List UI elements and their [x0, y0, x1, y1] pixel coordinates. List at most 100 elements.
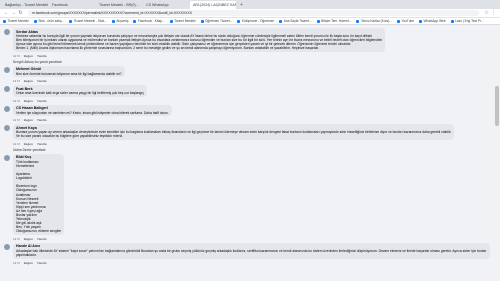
address-bar-row: ← → ↻ m.facebook.com/groups/XXXXXXX/perm… — [0, 9, 500, 18]
bookmark-favicon-icon — [169, 19, 173, 23]
comment-time[interactable]: 12 hf — [13, 142, 20, 146]
menu-dots-icon[interactable]: ⋮ — [490, 10, 497, 16]
comment-time[interactable]: 12 hf — [13, 118, 20, 122]
like-button[interactable]: Beğen — [24, 142, 33, 146]
bookmark-favicon-icon — [133, 19, 137, 23]
like-button[interactable]: Beğen — [24, 99, 33, 103]
like-button[interactable]: Beğen — [24, 261, 33, 265]
like-button[interactable]: Beğen — [24, 54, 33, 58]
comment-actions: 12 hf Beğen Yanıtla — [4, 237, 490, 241]
bookmark-item[interactable]: YouTube — [396, 19, 414, 23]
url-input[interactable]: m.facebook.com/groups/XXXXXXX/permalink/… — [28, 10, 479, 16]
view-replies-link[interactable]: Zahra Demir yanıtladı — [13, 148, 490, 152]
bookmark-favicon-icon — [356, 19, 360, 23]
comment-time[interactable]: 12 hf — [13, 99, 20, 103]
avatar[interactable] — [4, 29, 10, 35]
bookmark-favicon-icon — [200, 19, 204, 23]
browser-tab-active[interactable]: ARL(2024) LAÇİNBEZ KARAKTERİ... — [190, 1, 236, 9]
comment-text: Türk kodlaması Hizmetlerimi Ayarlama Log… — [16, 159, 62, 234]
reload-icon[interactable]: ↻ — [17, 10, 24, 16]
avatar[interactable] — [4, 125, 10, 132]
bookmark-favicon-icon — [111, 19, 115, 23]
bookmark-item[interactable]: Ana Sayfa Ticaret... — [279, 19, 312, 23]
comment-time[interactable]: 12 hf — [13, 261, 20, 265]
comment-text: Ben size öneride bulunmak istiyorum ama … — [16, 71, 122, 76]
comment-time[interactable]: 12 hf — [13, 79, 20, 83]
browser-tab[interactable]: CS WhatsApp — [143, 1, 189, 9]
bookmark-item[interactable]: Ticaret Mesleki - Stok... — [69, 19, 107, 23]
avatar[interactable] — [4, 66, 10, 73]
comment-bubble: CS Hasan Ballıgeri Verilen işe süsyonlar… — [13, 104, 172, 117]
comment: Serdar Aktas Herkese selamlar bu konuyla… — [4, 28, 490, 52]
view-replies-link[interactable]: Sevgül Akkuş bu yanıtı yanıtladı — [13, 60, 490, 64]
comment-text: Herkese selamlar bu konuyla ilgili bir y… — [16, 33, 383, 51]
avatar[interactable] — [4, 154, 10, 161]
like-button[interactable]: Beğen — [24, 118, 33, 122]
comment-time[interactable]: 12 hf — [13, 54, 20, 58]
comment-bubble: Mehmet Gönül Ben size öneride bulunmak i… — [13, 65, 125, 78]
avatar[interactable] — [4, 105, 10, 112]
avatar[interactable] — [4, 243, 10, 250]
bookmarks-bar: Ticaret Mesleki Stok - ürün satış... Tic… — [0, 18, 500, 25]
comment-bubble: Serdar Aktas Herkese selamlar bu konuyla… — [13, 28, 386, 52]
bookmark-favicon-icon — [279, 19, 283, 23]
comments-thread: Serdar Aktas Herkese selamlar bu konuyla… — [0, 26, 494, 281]
comment-actions: 12 hf Beğen Yanıtla — [4, 261, 490, 265]
comment: CS Hasan Ballıgeri Verilen işe süsyonlar… — [4, 104, 490, 117]
comment: Ahmet Kaya Bunlara yorum yapan ay verem … — [4, 124, 490, 140]
reply-button[interactable]: Yanıtla — [37, 118, 47, 122]
forward-arrow-icon[interactable]: → — [10, 10, 17, 16]
comment: Mehmet Gönül Ben size öneride bulunmak i… — [4, 65, 490, 78]
comment-text: Verilen işe süsyonları ne tamirden mi? K… — [16, 110, 169, 115]
comment: Bilal Kuş Türk kodlaması Hizmetlerimi Ay… — [4, 153, 490, 235]
like-button[interactable]: Beğen — [24, 237, 33, 241]
bookmark-item[interactable]: Lazo | Eng Test Pr... — [450, 19, 484, 23]
bookmark-item[interactable]: Kütüphane - Öğretmen — [237, 19, 274, 23]
browser-tab-bar: Bağlantıyı - Ticaret Mesleki... Facebook… — [0, 0, 500, 9]
browser-tab[interactable]: Ticaret Mesleki - BR(0)... — [96, 1, 142, 9]
reply-button[interactable]: Yanıtla — [37, 142, 47, 146]
comment-actions: 12 hf Beğen Yanıtla — [4, 99, 490, 103]
browser-tab[interactable]: Bağlantıyı - Ticaret Mesleki... — [2, 1, 48, 9]
browser-tab[interactable]: Facebook — [49, 1, 95, 9]
comment-time[interactable]: 12 hf — [13, 237, 20, 241]
comment-bubble: Ahmet Kaya Bunlara yorum yapan ay verem … — [13, 124, 455, 140]
bookmark-item[interactable]: Bilişim Tem. Hizmet... — [316, 19, 351, 23]
bookmark-item[interactable]: Tekno Kartlar (Kurs)... — [356, 19, 392, 23]
star-icon[interactable]: ☆ — [483, 10, 490, 16]
bookmark-favicon-icon — [396, 19, 400, 23]
comment-text: Onlar ama üzerinde kalk erga sizler varm… — [16, 91, 144, 96]
comment-bubble: Hande Al Arıcı Arkadaşlar bak ülkesinde … — [13, 242, 490, 259]
comment-actions: 12 hf Beğen Yanıtla — [4, 54, 490, 58]
bookmark-favicon-icon — [3, 19, 6, 23]
bookmark-favicon-icon — [316, 19, 320, 23]
bookmark-favicon-icon — [33, 19, 37, 23]
comment-text: Arkadaşlar bak ülkesinde AY sistemi "kay… — [16, 248, 487, 257]
bookmark-item[interactable]: WhatsApp Web — [419, 19, 446, 23]
bookmark-item[interactable]: Facebook - Kitap... — [133, 19, 165, 23]
bookmark-item[interactable]: Alışveriş — [111, 19, 128, 23]
comment-bubble: Bilal Kuş Türk kodlaması Hizmetlerimi Ay… — [13, 153, 65, 235]
reply-button[interactable]: Yanıtla — [37, 54, 47, 58]
page-scrollbar[interactable] — [494, 26, 500, 281]
comment: Hande Al Arıcı Arkadaşlar bak ülkesinde … — [4, 242, 490, 259]
comment-bubble: Fuat Berk Onlar ama üzerinde kalk erga s… — [13, 85, 147, 97]
scrollbar-thumb[interactable] — [495, 86, 499, 126]
comment-actions: 12 hf Beğen Yanıtla — [4, 142, 490, 146]
new-tab-plus-icon[interactable]: + — [237, 1, 246, 9]
bookmark-item[interactable]: Öğretmen Ticaret... — [200, 19, 232, 23]
avatar[interactable] — [4, 86, 10, 93]
back-arrow-icon[interactable]: ← — [3, 10, 10, 16]
bookmark-favicon-icon — [69, 19, 73, 23]
bookmark-favicon-icon — [450, 19, 454, 23]
reply-button[interactable]: Yanıtla — [37, 79, 47, 83]
like-button[interactable]: Beğen — [24, 79, 33, 83]
bookmark-item[interactable]: Stok - ürün satış... — [33, 19, 64, 23]
reply-button[interactable]: Yanıtla — [37, 261, 47, 265]
comment-text: Bunlara yorum yapan ay verem arkadaşlar … — [16, 130, 452, 139]
bookmark-favicon-icon — [419, 19, 423, 23]
bookmark-item[interactable]: Ticaret Mesleki — [3, 19, 29, 23]
bookmark-item[interactable]: Ticaret Mesleki — [169, 19, 196, 23]
reply-button[interactable]: Yanıtla — [37, 237, 47, 241]
reply-button[interactable]: Yanıtla — [37, 99, 47, 103]
